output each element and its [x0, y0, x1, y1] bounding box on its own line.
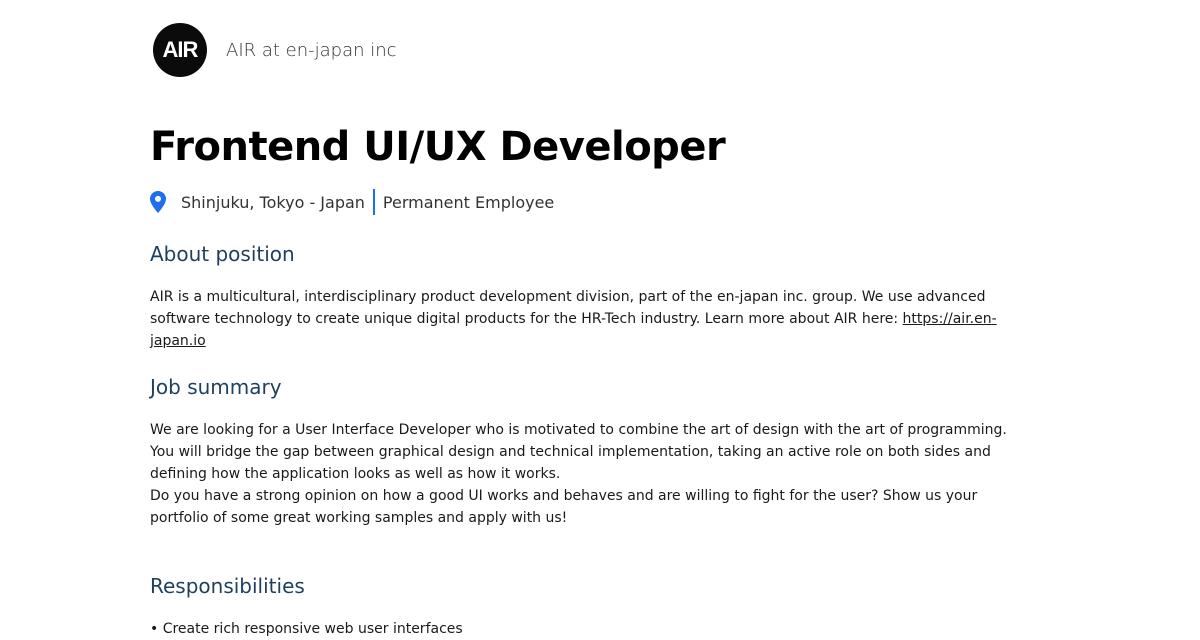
- meta-divider: [372, 189, 375, 215]
- company-header: AIR AIR at en-japan inc: [153, 23, 397, 77]
- location-pin-icon: [150, 190, 166, 214]
- job-meta: Shinjuku, Tokyo - Japan Permanent Employ…: [150, 188, 554, 216]
- responsibilities-heading: Responsibilities: [150, 574, 305, 598]
- about-position-body: AIR is a multicultural, interdisciplinar…: [150, 289, 986, 327]
- about-position-text: AIR is a multicultural, interdisciplinar…: [150, 286, 1030, 352]
- company-logo-text: AIR: [162, 37, 199, 62]
- job-title: Frontend UI/UX Developer: [150, 124, 726, 170]
- company-name-link[interactable]: AIR at en-japan inc: [226, 40, 397, 61]
- job-summary-paragraph-1: We are looking for a User Interface Deve…: [150, 422, 1007, 482]
- job-summary-paragraph-2: Do you have a strong opinion on how a go…: [150, 488, 978, 526]
- responsibility-item: • Create rich responsive web user interf…: [150, 621, 463, 637]
- employment-type: Permanent Employee: [382, 192, 555, 212]
- job-summary-heading: Job summary: [150, 375, 282, 399]
- company-logo[interactable]: AIR: [153, 23, 207, 77]
- job-location: Shinjuku, Tokyo - Japan: [181, 192, 365, 212]
- about-position-heading: About position: [150, 242, 295, 266]
